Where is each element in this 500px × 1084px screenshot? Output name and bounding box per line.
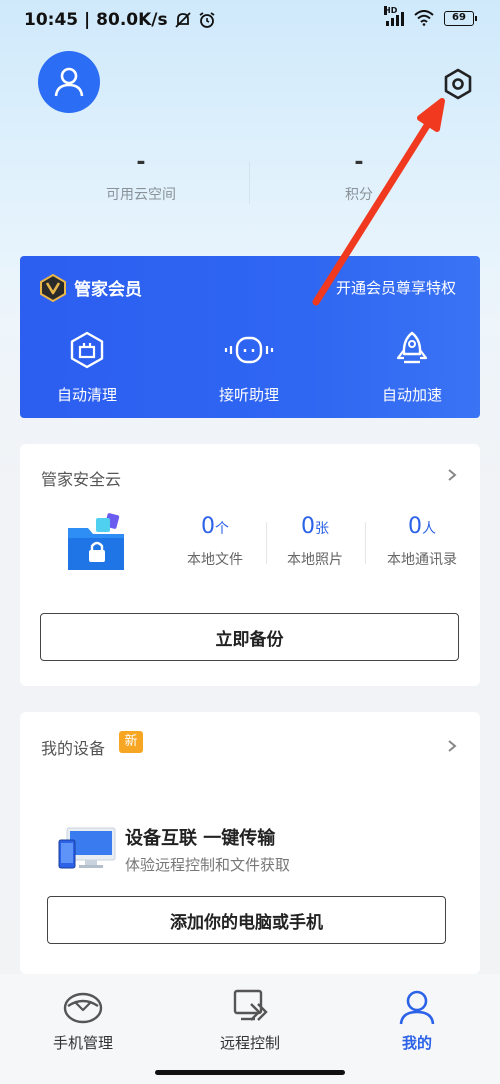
annotation-arrow — [312, 98, 445, 306]
